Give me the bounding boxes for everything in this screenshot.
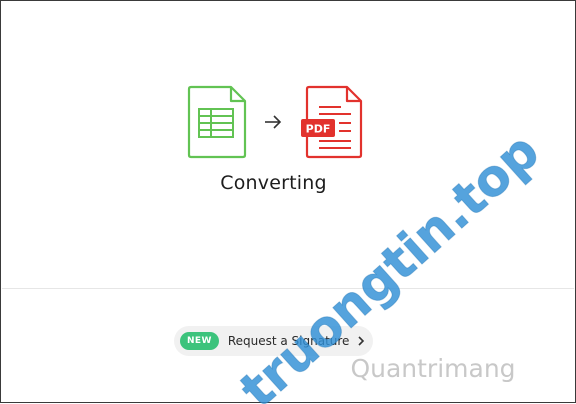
window-frame: PDF Converting NEW Request a Signature t… <box>0 0 576 404</box>
arrow-right-icon <box>265 115 282 129</box>
request-signature-button[interactable]: NEW Request a Signature <box>174 326 373 356</box>
pdf-label: PDF <box>306 123 331 136</box>
divider <box>2 288 574 289</box>
status-text: Converting <box>220 172 327 194</box>
request-signature-label: Request a Signature <box>227 334 350 348</box>
watermark-subtext: Quantrimang <box>350 354 515 383</box>
new-badge: NEW <box>180 332 219 350</box>
spreadsheet-file-icon <box>187 85 247 159</box>
chevron-right-icon <box>357 336 365 346</box>
pdf-file-icon: PDF <box>301 85 363 159</box>
conversion-illustration: PDF <box>1 1 576 171</box>
